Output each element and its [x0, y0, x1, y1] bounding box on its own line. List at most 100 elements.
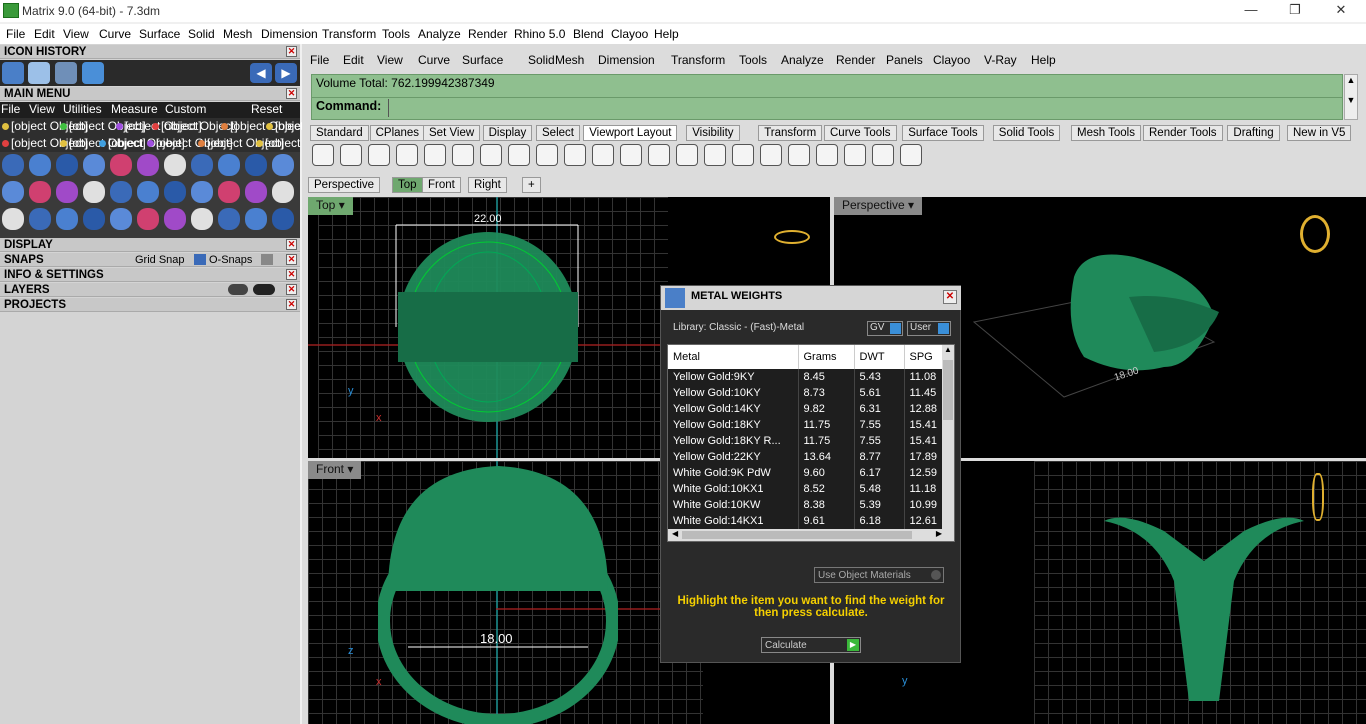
dialog-header[interactable]: METAL WEIGHTS ✕	[661, 286, 961, 310]
layout-tool-icon[interactable]	[312, 144, 334, 166]
toolbar-tab-solid-tools[interactable]: Solid Tools	[992, 125, 1061, 141]
mm-file[interactable]: File	[1, 102, 20, 116]
layout-tool-icon[interactable]	[508, 144, 530, 166]
info-settings-header[interactable]: INFO & SETTINGS ✕	[0, 268, 300, 282]
layout-tool-icon[interactable]	[872, 144, 894, 166]
menu-rhino[interactable]: Rhino 5.0	[514, 27, 565, 41]
ring-front-view[interactable]	[378, 461, 618, 724]
mm-view[interactable]: View	[29, 102, 55, 116]
mm-custom[interactable]: Custom	[165, 102, 206, 116]
view-tab-top[interactable]: Top	[392, 177, 423, 193]
rhino-menu-render[interactable]: Render	[836, 53, 875, 67]
menu-tools[interactable]: Tools	[382, 27, 410, 41]
ring-perspective-view[interactable]	[964, 237, 1224, 447]
dialog-close-icon[interactable]: ✕	[943, 290, 957, 304]
close-icon[interactable]: ✕	[286, 269, 297, 280]
toolbar-tab-viewport-layout[interactable]: Viewport Layout	[583, 125, 678, 141]
table-row[interactable]: Yellow Gold:10KY 8.73 5.61 11.45	[668, 385, 945, 401]
layout-tool-icon[interactable]	[536, 144, 558, 166]
scale-icon[interactable]	[55, 62, 77, 84]
eye-closed-icon[interactable]	[228, 284, 248, 295]
close-icon[interactable]: ✕	[286, 239, 297, 250]
toolbar-tab-transform[interactable]: Transform	[758, 125, 823, 141]
tool-icon[interactable]	[218, 208, 240, 230]
table-row[interactable]: White Gold:9K PdW 9.60 6.17 12.59	[668, 465, 945, 481]
toolbar-tab-new-in-v5[interactable]: New in V5	[1287, 125, 1352, 141]
menu-edit[interactable]: Edit	[34, 27, 55, 41]
menu-analyze[interactable]: Analyze	[418, 27, 461, 41]
layout-tool-icon[interactable]	[480, 144, 502, 166]
column-dwt[interactable]: DWT	[854, 345, 905, 369]
layers-header[interactable]: LAYERS ✕	[0, 283, 300, 297]
rhino-menu-solid[interactable]: Solid	[528, 53, 555, 67]
close-icon[interactable]: ✕	[286, 88, 297, 99]
view-tab-right[interactable]: Right	[468, 177, 507, 193]
rhino-menu-edit[interactable]: Edit	[343, 53, 364, 67]
forward-arrow-icon[interactable]: ▶	[275, 63, 297, 83]
menu-surface[interactable]: Surface	[139, 27, 180, 41]
tool-icon[interactable]	[110, 208, 132, 230]
table-row[interactable]: Yellow Gold:9KY 8.45 5.43 11.08	[668, 369, 945, 385]
layout-tool-icon[interactable]	[620, 144, 642, 166]
table-row[interactable]: White Gold:14KX1 9.61 6.18 12.61	[668, 513, 945, 529]
column-grams[interactable]: Grams	[798, 345, 855, 369]
layout-tool-icon[interactable]	[564, 144, 586, 166]
restore-button[interactable]: ❐	[1281, 2, 1309, 20]
layout-tool-icon[interactable]	[396, 144, 418, 166]
tool-icon[interactable]	[191, 208, 213, 230]
table-row[interactable]: White Gold:10KX1 8.52 5.48 11.18	[668, 481, 945, 497]
mm-reset[interactable]: Reset	[251, 102, 282, 116]
close-icon[interactable]: ✕	[286, 254, 297, 265]
rhino-menu-analyze[interactable]: Analyze	[781, 53, 824, 67]
tool-icon[interactable]	[164, 181, 186, 203]
layout-tool-icon[interactable]	[704, 144, 726, 166]
tool-icon[interactable]	[56, 181, 78, 203]
rhino-menu-panels[interactable]: Panels	[886, 53, 923, 67]
tool-icon[interactable]	[137, 154, 159, 176]
layout-tool-icon[interactable]	[760, 144, 782, 166]
tool-icon[interactable]	[218, 154, 240, 176]
toolbar-tab-display[interactable]: Display	[482, 125, 533, 141]
grid-snap-toggle[interactable]	[194, 254, 206, 265]
layout-tool-icon[interactable]	[788, 144, 810, 166]
calculate-button[interactable]: Calculate ▶	[761, 637, 861, 653]
tool-icon[interactable]	[191, 181, 213, 203]
rhino-menu-curve[interactable]: Curve	[418, 53, 450, 67]
gv-toggle[interactable]: GV	[867, 321, 903, 336]
tool-icon[interactable]	[29, 208, 51, 230]
view-tab-front[interactable]: Front	[422, 177, 461, 193]
table-row[interactable]: Yellow Gold:18KY 11.75 7.55 15.41	[668, 417, 945, 433]
minimize-button[interactable]: —	[1237, 2, 1265, 20]
menu-render[interactable]: Render	[468, 27, 507, 41]
column-spg[interactable]: SPG	[904, 345, 945, 369]
layout-tool-icon[interactable]	[816, 144, 838, 166]
menu-dimension[interactable]: Dimension	[261, 27, 318, 41]
rhino-menu-help[interactable]: Help	[1031, 53, 1056, 67]
mm-utilities[interactable]: Utilities	[63, 102, 102, 116]
tool-icon[interactable]	[29, 181, 51, 203]
tool-icon[interactable]	[29, 154, 51, 176]
tool-icon[interactable]	[164, 154, 186, 176]
tool-icon[interactable]	[137, 208, 159, 230]
close-icon[interactable]: ✕	[286, 299, 297, 310]
display-header[interactable]: DISPLAY ✕	[0, 238, 300, 252]
tool-icon[interactable]	[56, 208, 78, 230]
layout-tool-icon[interactable]	[452, 144, 474, 166]
rhino-menu-view[interactable]: View	[377, 53, 403, 67]
back-arrow-icon[interactable]: ◀	[250, 63, 272, 83]
layout-tool-icon[interactable]	[900, 144, 922, 166]
layout-tool-icon[interactable]	[592, 144, 614, 166]
move-icon[interactable]	[28, 62, 50, 84]
rhino-menu-transform[interactable]: Transform	[671, 53, 725, 67]
close-icon[interactable]: ✕	[286, 46, 297, 57]
projects-header[interactable]: PROJECTS ✕	[0, 298, 300, 312]
command-input[interactable]	[388, 99, 1338, 117]
tool-icon[interactable]	[83, 208, 105, 230]
tool-icon[interactable]	[2, 181, 24, 203]
command-scrollbar[interactable]: ▲ ▼	[1344, 74, 1358, 120]
layout-tool-icon[interactable]	[368, 144, 390, 166]
menu-clayoo[interactable]: Clayoo	[611, 27, 648, 41]
tool-icon[interactable]	[110, 154, 132, 176]
layout-tool-icon[interactable]	[340, 144, 362, 166]
viewport-label-top[interactable]: Top ▾	[308, 197, 353, 215]
